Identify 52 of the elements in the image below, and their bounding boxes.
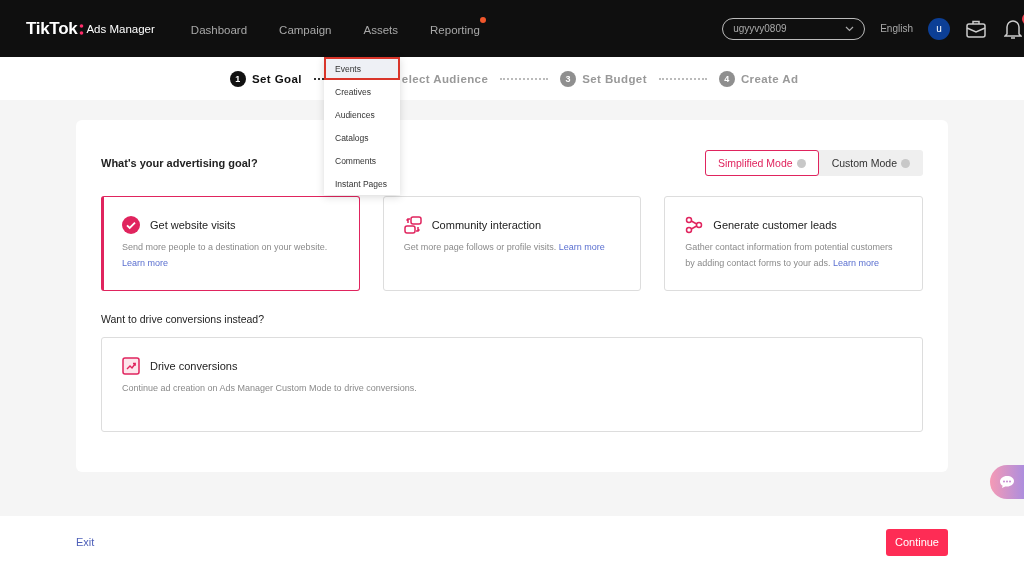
goal-option[interactable]: Get website visits Send more people to a destination on your website. Learn more bbox=[101, 196, 360, 291]
conversion-title: Drive conversions bbox=[150, 360, 238, 372]
goal-title: Get website visits bbox=[150, 219, 236, 231]
goal-description: Get more page follows or profile visits. Learn more bbox=[403, 241, 606, 254]
step-label: elect Audience bbox=[401, 72, 489, 85]
share-nodes-icon bbox=[685, 216, 704, 234]
goal-description: Gather contact information from potential customers by adding contact forms to your ads. Learn more bbox=[685, 241, 894, 270]
goal-option[interactable]: Community interaction Get more page follows or profile visits. Learn more bbox=[382, 196, 642, 291]
avatar[interactable]: u bbox=[928, 17, 950, 40]
briefcase-icon[interactable] bbox=[966, 19, 986, 38]
conversion-option[interactable]: Drive conversions Continue ad creation on Ads Manager Custom Mode to drive conversions. bbox=[101, 337, 923, 432]
learn-more-link[interactable]: Learn more bbox=[832, 258, 879, 268]
menu-item[interactable]: Creatives bbox=[324, 80, 400, 103]
learn-more-link[interactable]: Learn more bbox=[558, 242, 605, 252]
goal-title: Generate customer leads bbox=[713, 219, 837, 231]
brand-logo: TikTok bbox=[26, 18, 78, 39]
menu-item[interactable]: Catalogs bbox=[324, 126, 400, 149]
product-name: Ads Manager bbox=[86, 22, 155, 35]
step-number: 3 bbox=[560, 70, 577, 87]
exit-link[interactable]: Exit bbox=[76, 536, 95, 548]
bell-icon[interactable] bbox=[1004, 17, 1022, 40]
menu-item[interactable]: Audiences bbox=[324, 103, 400, 126]
logo-colon-icon bbox=[79, 22, 85, 35]
chat-button[interactable] bbox=[990, 465, 1024, 499]
nav-item[interactable]: Campaign bbox=[279, 23, 332, 36]
trend-chart-icon bbox=[122, 357, 140, 375]
goal-description: Send more people to a destination on your website. Learn more bbox=[122, 241, 329, 270]
step-number: 1 bbox=[230, 70, 246, 87]
goal-title: Community interaction bbox=[431, 219, 542, 231]
goal-option[interactable]: Generate customer leads Gather contact information from potential customers by adding contact forms to your ads. Learn more bbox=[664, 196, 923, 291]
mode-toggle[interactable]: Custom Mode bbox=[818, 150, 923, 176]
learn-more-link[interactable]: Learn more bbox=[122, 258, 169, 268]
conversion-description: Continue ad creation on Ads Manager Custom Mode to drive conversions. bbox=[122, 382, 418, 395]
menu-item[interactable]: Instant Pages bbox=[324, 172, 400, 195]
nav-item[interactable]: Reporting bbox=[430, 23, 480, 36]
nav-item[interactable]: Dashboard bbox=[190, 23, 248, 36]
conversion-question: Want to drive conversions instead? bbox=[101, 313, 266, 325]
chat-bubble-icon bbox=[999, 475, 1015, 489]
goal-question: What's your advertising goal? bbox=[101, 157, 258, 169]
mode-toggle[interactable]: Simplified Mode bbox=[704, 150, 819, 176]
step-label: Set Budget bbox=[582, 72, 647, 85]
step-label: Set Goal bbox=[252, 72, 302, 85]
nav-item[interactable]: Assets bbox=[363, 23, 399, 36]
step-number: 4 bbox=[718, 70, 735, 87]
chevron-down-icon bbox=[845, 25, 855, 32]
language-link[interactable]: English bbox=[880, 23, 913, 34]
menu-item[interactable]: Events bbox=[324, 57, 400, 80]
check-icon bbox=[122, 216, 140, 234]
step-label: Create Ad bbox=[740, 72, 799, 85]
swap-icon bbox=[403, 216, 422, 234]
menu-item[interactable]: Comments bbox=[324, 149, 400, 172]
continue-button[interactable]: Continue bbox=[885, 528, 948, 556]
